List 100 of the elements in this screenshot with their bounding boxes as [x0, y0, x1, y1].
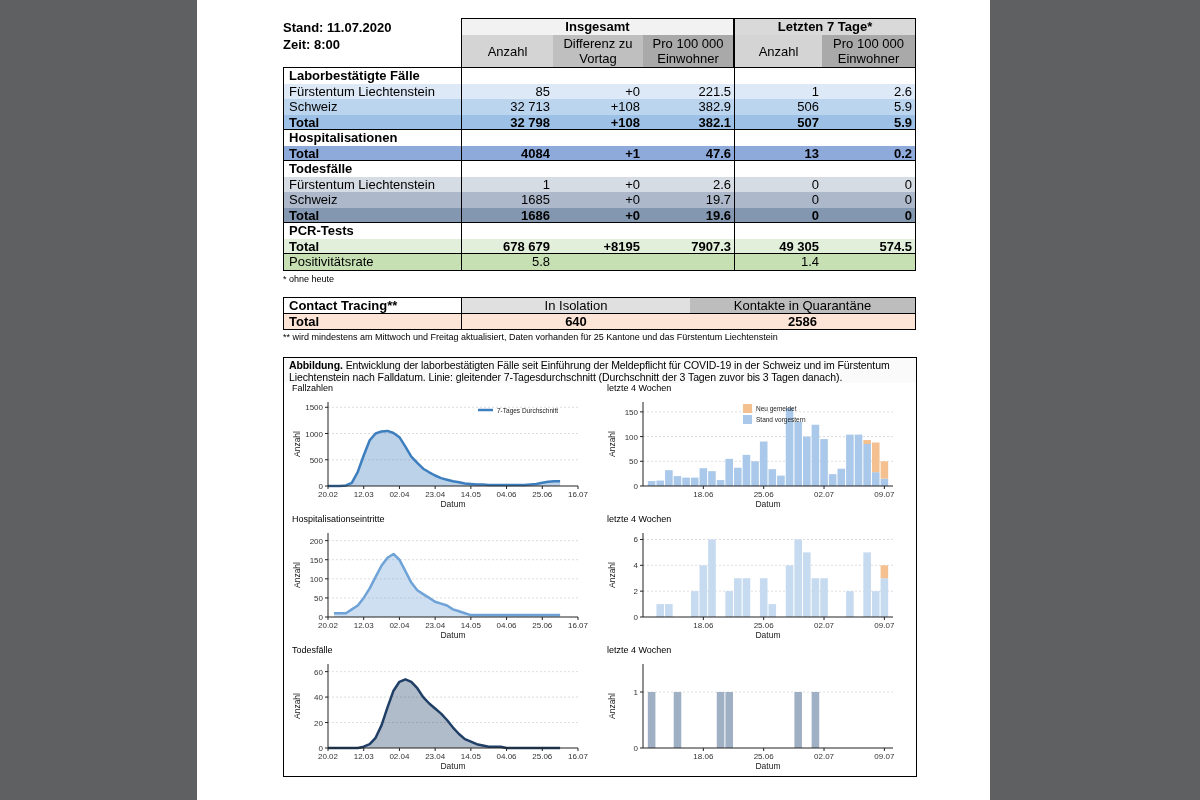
table-cell: +0: [625, 176, 640, 192]
table-cell: 32 798: [510, 114, 550, 130]
bar: [846, 590, 854, 617]
axis-title: Datum: [440, 629, 466, 640]
axis-tick-label: 12.03: [353, 620, 374, 630]
axis-tick-label: 09.07: [874, 751, 895, 761]
table-cell: 382.1: [698, 114, 731, 130]
table-cell: 2.6: [893, 83, 912, 99]
axis-title: Datum: [755, 629, 781, 640]
table-cell: 1: [542, 176, 550, 192]
figure-caption: Abbildung. Entwicklung der laborbestätigten Fälle seit Einführung der Meldepflicht für COVID-19 in der Schweiz und im Fürstentum Liechtenstein nach Falldatum. Linie: gleitender 7-Tagesdurchschnitt (Durchschnitt der 3 Tagen zuvor bis 3 Tagen danach).: [284, 357, 916, 383]
axis-tick-label: 25.06: [532, 620, 553, 630]
table-cell: 4084: [521, 145, 550, 161]
table-cell: 640: [565, 313, 587, 329]
legend-swatch: [478, 408, 493, 411]
table-cell: 7907.3: [691, 238, 731, 254]
table-cell: 85: [535, 83, 550, 99]
axis-title: Anzahl: [292, 561, 302, 588]
axis-tick-label: 18.06: [693, 751, 714, 761]
table-cell: 382.9: [698, 99, 731, 114]
table-cell: 1.4: [800, 254, 819, 269]
column-header: Pro 100 000 Einwohner: [822, 35, 916, 67]
axis-tick-label: 02.04: [389, 489, 410, 499]
axis-tick-label: 40: [314, 692, 323, 702]
table-cell: 5.9: [893, 114, 912, 130]
row-label: Fürstentum Liechtenstein: [289, 176, 435, 192]
axis-tick-label: 02.07: [814, 620, 835, 630]
axis-tick-label: 2: [633, 586, 638, 596]
axis-title: Datum: [440, 498, 466, 509]
axis-tick-label: 0: [633, 743, 638, 753]
axis-title: Datum: [755, 760, 781, 771]
table-cell: +0: [625, 192, 640, 207]
axis-tick-label: 09.07: [874, 620, 895, 630]
table-cell: 5.8: [531, 254, 550, 269]
table-cell: 507: [797, 114, 819, 130]
section-title: Hospitalisationen: [289, 130, 398, 145]
bar: [673, 691, 682, 748]
table-cell: 0: [811, 176, 819, 192]
axis-tick-label: 25.06: [753, 489, 774, 499]
column-header: Anzahl: [461, 35, 553, 67]
column-header: In Isolation: [461, 297, 690, 313]
group-header: Letzten 7 Tage*: [734, 18, 916, 35]
axis-title: Anzahl: [292, 430, 302, 457]
chart-title: Todesfälle: [292, 644, 333, 656]
table-cell: 2586: [788, 313, 817, 329]
axis-tick-label: 20.02: [318, 620, 338, 630]
axis-title: Datum: [440, 760, 466, 771]
axis-tick-label: 0: [318, 743, 323, 753]
axis-tick-label: 50: [314, 593, 323, 603]
stand-time: Zeit: 8:00: [283, 36, 342, 53]
row-label: Schweiz: [289, 99, 338, 114]
table-cell: 506: [797, 99, 819, 114]
axis-tick-label: 02.07: [814, 489, 835, 499]
row-label: Fürstentum Liechtenstein: [289, 83, 435, 99]
axis-tick-label: 16.07: [568, 620, 588, 630]
table-cell: 0.2: [893, 145, 912, 161]
footnote: ** wird mindestens am Mittwoch und Freitag aktualisiert, Daten vorhanden für 25 Kantone und das Fürstentum Liechtenstein: [283, 330, 779, 343]
axis-tick-label: 200: [309, 536, 323, 546]
axis-title: Anzahl: [607, 430, 617, 457]
axis-tick-label: 150: [309, 555, 323, 565]
bar: [647, 691, 656, 748]
table-cell: 0: [904, 192, 912, 207]
axis-tick-label: 16.07: [568, 489, 588, 499]
axis-tick-label: 0: [318, 481, 323, 491]
group-header: Insgesamt: [461, 18, 734, 35]
axis-tick-label: 14.05: [460, 620, 481, 630]
table-cell: +108: [610, 99, 640, 114]
axis-tick-label: 04.06: [496, 489, 517, 499]
axis-tick-label: 14.05: [460, 489, 481, 499]
axis-tick-label: 04.06: [496, 751, 517, 761]
axis-tick-label: 18.06: [693, 620, 714, 630]
table-cell: 0: [811, 192, 819, 207]
axis-tick-label: 23.04: [425, 751, 446, 761]
chart-title: letzte 4 Wochen: [607, 513, 672, 525]
axis-tick-label: 0: [318, 612, 323, 622]
table-cell: 0: [904, 176, 912, 192]
table-cell: +108: [610, 114, 640, 130]
axis-title: Anzahl: [607, 561, 617, 588]
chart-title: Fallzahlen: [292, 382, 334, 394]
table-cell: +8195: [603, 238, 640, 254]
axis-tick-label: 23.04: [425, 620, 446, 630]
table-cell: 221.5: [698, 83, 731, 99]
row-label: Total: [289, 238, 320, 254]
legend-swatch: [743, 403, 752, 413]
table-cell: 19.6: [705, 207, 731, 223]
axis-tick-label: 20.02: [318, 489, 338, 499]
axis-tick-label: 09.07: [874, 489, 895, 499]
axis-tick-label: 25.06: [532, 751, 553, 761]
table-cell: +1: [625, 145, 640, 161]
axis-tick-label: 150: [624, 407, 638, 417]
section-title: Todesfälle: [289, 161, 353, 176]
axis-tick-label: 12.03: [353, 489, 374, 499]
axis-tick-label: 14.05: [460, 751, 481, 761]
table-cell: 1686: [521, 207, 550, 223]
axis-tick-label: 25.06: [753, 751, 774, 761]
table-cell: +0: [625, 83, 640, 99]
axis-tick-label: 16.07: [568, 751, 588, 761]
chart-title: letzte 4 Wochen: [607, 382, 672, 394]
row-label: Total: [289, 145, 320, 161]
axis-tick-label: 500: [309, 455, 323, 465]
